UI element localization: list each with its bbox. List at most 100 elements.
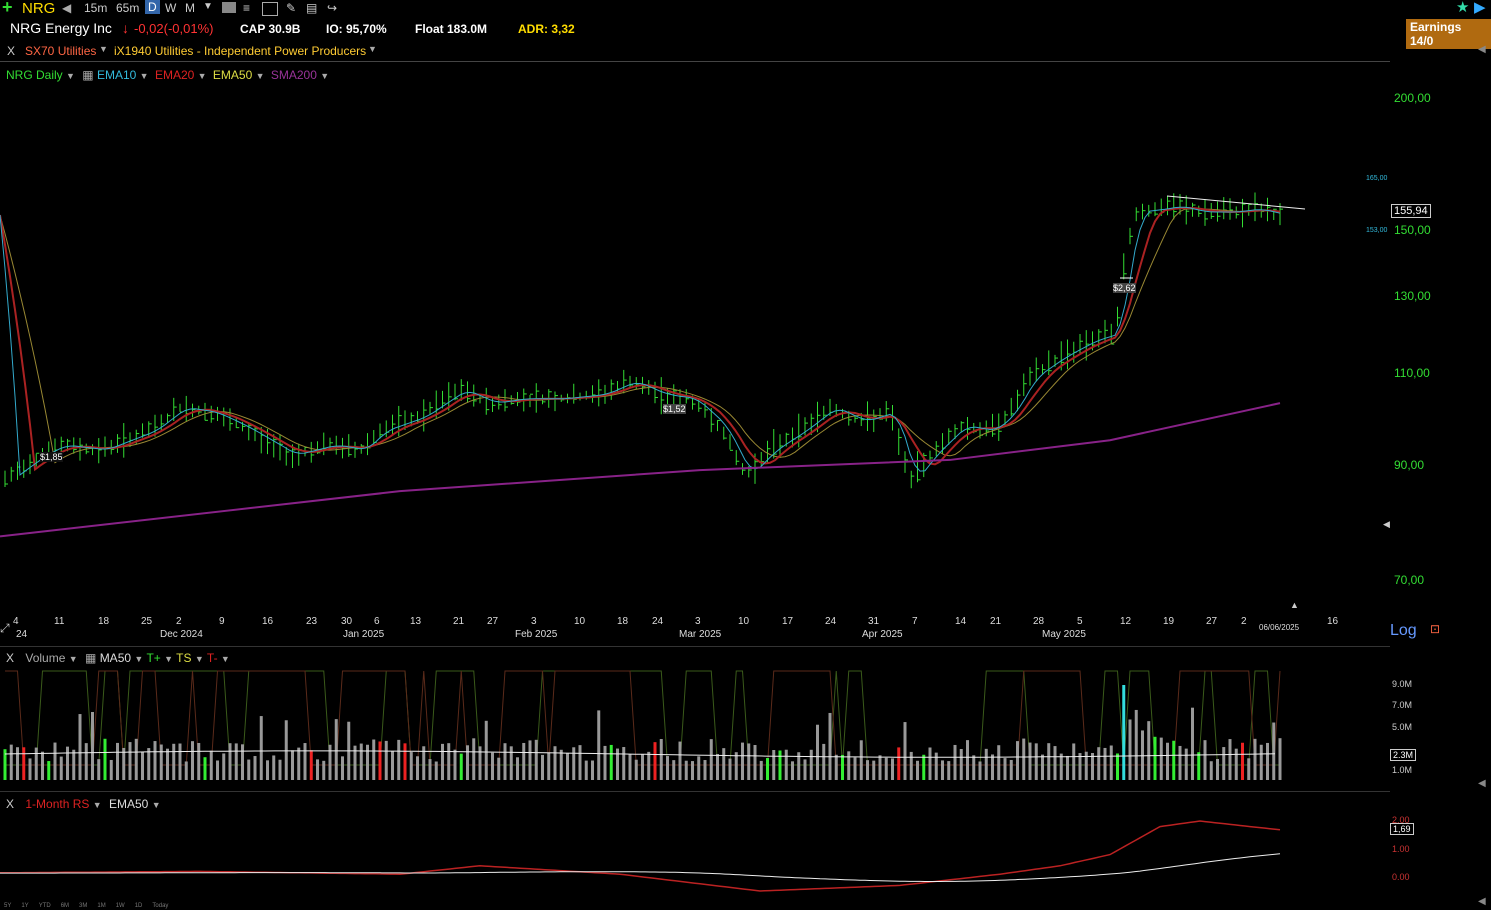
chevron-down-icon[interactable]: ▼ — [99, 44, 108, 54]
chevron-down-icon[interactable]: ▼ — [69, 654, 78, 664]
volume-bar — [778, 750, 782, 780]
dividend-annotation[interactable]: $2,62 — [1113, 283, 1136, 293]
volume-bar — [903, 722, 907, 780]
volume-chart[interactable] — [0, 665, 1390, 790]
range-button[interactable]: Today — [152, 903, 168, 909]
range-button[interactable]: 1M — [97, 903, 105, 909]
volume-bar — [634, 759, 638, 780]
play-icon[interactable]: ▶ — [1474, 0, 1486, 16]
volume-label[interactable]: Volume — [25, 651, 65, 665]
add-icon[interactable]: + — [2, 0, 13, 18]
scroll-arrow-icon[interactable]: ◀ — [1478, 44, 1486, 55]
price-chart[interactable] — [0, 62, 1390, 617]
price-bar — [4, 470, 8, 487]
scroll-arrow-icon[interactable]: ◀ — [1478, 778, 1486, 789]
ts-label[interactable]: TS — [176, 651, 191, 665]
scroll-arrow-icon[interactable]: ◀ — [1478, 896, 1486, 907]
current-price-box: 155,94 — [1391, 204, 1431, 218]
timeframe-d[interactable]: D — [145, 0, 160, 14]
chevron-down-icon[interactable]: ▼ — [134, 654, 143, 664]
volume-bar — [697, 756, 701, 780]
rs-axis[interactable]: 2.00 1,69 1.00 0.00 — [1390, 805, 1491, 900]
pane-divider[interactable] — [0, 646, 1390, 647]
price-bar — [23, 459, 27, 478]
tplus-label[interactable]: T+ — [146, 651, 160, 665]
volume-bar — [709, 739, 713, 780]
pages-icon[interactable]: ▤ — [306, 1, 317, 15]
megaphone-icon[interactable]: ◀ — [62, 1, 71, 15]
dividend-annotation[interactable]: $1,85 — [40, 452, 63, 462]
price-tick: 90,00 — [1394, 458, 1425, 472]
range-button[interactable]: 1D — [135, 903, 143, 909]
tc-icon[interactable] — [222, 2, 236, 13]
timeframe-65m[interactable]: 65m — [116, 1, 139, 15]
volume-bar — [28, 758, 32, 780]
price-bar — [467, 381, 471, 403]
log-scale-button[interactable]: Log — [1390, 622, 1417, 640]
stack-icon[interactable]: ≡ — [243, 1, 250, 15]
range-button[interactable]: 5Y — [4, 903, 11, 909]
volume-ma-label[interactable]: MA50 — [100, 651, 131, 665]
lock-icon[interactable]: ⊡ — [1430, 622, 1440, 636]
date-tick: 13 — [410, 616, 422, 627]
range-button[interactable]: 1W — [116, 903, 125, 909]
volume-bar — [253, 756, 257, 780]
timeframe-15m[interactable]: 15m — [84, 1, 107, 15]
symbol-field[interactable]: NRG — [22, 0, 55, 17]
volume-bar — [684, 760, 688, 780]
volume-bar — [1053, 746, 1057, 780]
volume-close-button[interactable]: X — [6, 651, 14, 665]
volume-bar — [572, 747, 576, 780]
chevron-down-icon[interactable]: ▼ — [164, 654, 173, 664]
tminus-label[interactable]: T- — [207, 651, 218, 665]
star-icon[interactable]: ★ — [1456, 0, 1469, 16]
expand-icon[interactable]: ⤢ — [0, 621, 10, 636]
price-bar — [92, 444, 96, 456]
volume-tick: 5.0M — [1392, 722, 1413, 732]
volume-bar — [622, 747, 626, 780]
pencil-icon[interactable]: ✎ — [286, 1, 296, 15]
volume-bar — [841, 754, 844, 780]
sector-label[interactable]: SX70 Utilities — [25, 44, 96, 58]
scroll-up-icon[interactable]: ▲ — [1290, 600, 1299, 610]
industry-label[interactable]: iX1940 Utilities - Independent Power Pro… — [114, 44, 366, 58]
grid-icon[interactable] — [262, 2, 278, 16]
rs-tick: 1.00 — [1392, 844, 1410, 854]
date-tick: 21 — [453, 616, 465, 627]
volume-axis[interactable]: 9.0M 7.0M 5.0M 2.3M 1.0M — [1390, 665, 1491, 790]
timeframe-m[interactable]: M — [185, 1, 195, 15]
chevron-down-icon[interactable]: ▼ — [203, 1, 213, 12]
date-axis[interactable]: 4 11 18 25 2 9 16 23 30 6 13 21 27 3 10 18 24 3 10 17 24 31 7 1… — [0, 615, 1390, 645]
volume-bar — [1247, 758, 1251, 780]
pane-divider[interactable] — [0, 791, 1390, 792]
date-tick: 18 — [617, 616, 629, 627]
range-button[interactable]: 3M — [79, 903, 87, 909]
rs-chart[interactable] — [0, 805, 1390, 900]
price-bar — [592, 385, 596, 403]
volume-bar — [53, 742, 57, 780]
date-tick: 9 — [219, 616, 225, 627]
chevron-down-icon[interactable]: ▼ — [221, 654, 230, 664]
range-button[interactable]: YTD — [39, 903, 51, 909]
volume-bar — [559, 749, 563, 780]
date-tick: 28 — [1033, 616, 1045, 627]
volume-bar — [791, 761, 794, 780]
volume-bar — [816, 724, 819, 780]
volume-bar — [141, 751, 144, 780]
volume-bar — [1203, 740, 1207, 780]
price-bar — [979, 422, 983, 439]
chevron-down-icon[interactable]: ▼ — [368, 44, 377, 54]
sector-close-button[interactable]: X — [7, 44, 15, 58]
ema20-line — [0, 207, 1281, 472]
price-axis[interactable]: 200,00 165,00 155,94 150,00 153,00 130,0… — [1366, 62, 1491, 642]
dividend-annotation[interactable]: $1,52 — [663, 404, 686, 414]
range-button[interactable]: 1Y — [21, 903, 28, 909]
volume-bar — [1134, 709, 1138, 780]
chevron-down-icon[interactable]: ▼ — [195, 654, 204, 664]
volume-bar — [1041, 754, 1044, 780]
share-icon[interactable]: ↪ — [327, 1, 337, 15]
volume-bar — [984, 748, 988, 780]
volume-bar — [459, 753, 463, 780]
range-button[interactable]: 6M — [61, 903, 69, 909]
timeframe-w[interactable]: W — [165, 1, 176, 15]
